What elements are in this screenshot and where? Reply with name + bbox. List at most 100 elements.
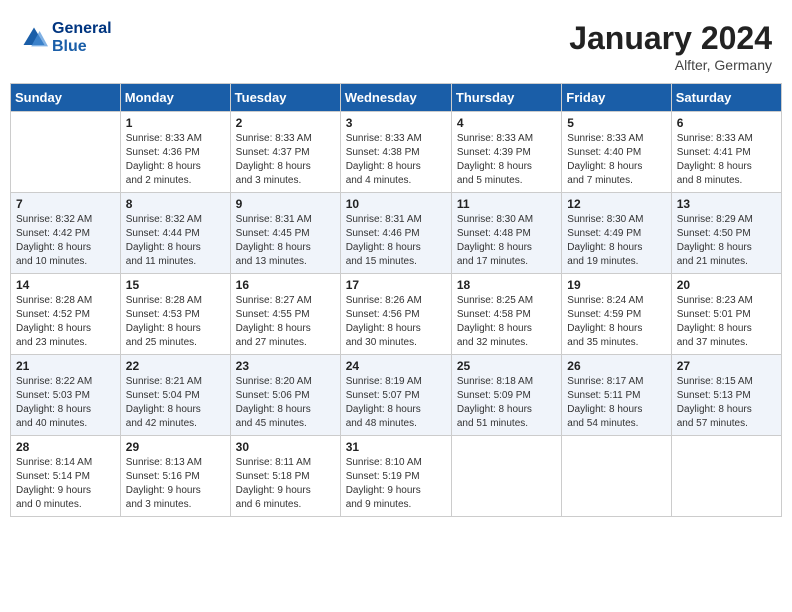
cell-line: Daylight: 8 hours <box>677 404 752 415</box>
day-number: 30 <box>236 440 335 454</box>
cell-line: Daylight: 8 hours <box>16 242 91 253</box>
cell-line: Sunset: 4:55 PM <box>236 309 310 320</box>
cell-line: Sunset: 5:06 PM <box>236 390 310 401</box>
cell-line: Sunrise: 8:19 AM <box>346 376 422 387</box>
cell-line: Sunrise: 8:10 AM <box>346 457 422 468</box>
cell-line: Sunrise: 8:33 AM <box>457 133 533 144</box>
logo-text-general: General <box>52 20 112 38</box>
cell-line: Sunrise: 8:31 AM <box>236 214 312 225</box>
calendar-cell-w3-d6: 27Sunrise: 8:15 AMSunset: 5:13 PMDayligh… <box>671 355 781 436</box>
cell-line: Sunrise: 8:30 AM <box>457 214 533 225</box>
cell-content: Sunrise: 8:14 AM Sunset: 5:14 PM Daylight:… <box>16 456 115 512</box>
location: Alfter, Germany <box>569 57 772 73</box>
cell-line: Sunrise: 8:31 AM <box>346 214 422 225</box>
day-number: 27 <box>677 359 776 373</box>
day-number: 9 <box>236 197 335 211</box>
col-header-thursday: Thursday <box>451 84 561 112</box>
cell-line: Daylight: 8 hours <box>567 323 642 334</box>
cell-line: and 21 minutes. <box>677 256 748 267</box>
cell-line: Sunrise: 8:24 AM <box>567 295 643 306</box>
cell-line: Sunset: 5:09 PM <box>457 390 531 401</box>
cell-line: Daylight: 8 hours <box>677 161 752 172</box>
day-number: 25 <box>457 359 556 373</box>
calendar-cell-w3-d3: 24Sunrise: 8:19 AMSunset: 5:07 PMDayligh… <box>340 355 451 436</box>
cell-content: Sunrise: 8:33 AMSunset: 4:40 PMDaylight:… <box>567 132 665 188</box>
cell-content: Sunrise: 8:29 AMSunset: 4:50 PMDaylight:… <box>677 213 776 269</box>
calendar-cell-w3-d5: 26Sunrise: 8:17 AMSunset: 5:11 PMDayligh… <box>562 355 671 436</box>
month-title: January 2024 <box>569 20 772 57</box>
cell-line: Sunrise: 8:22 AM <box>16 376 92 387</box>
calendar-cell-w2-d1: 15Sunrise: 8:28 AMSunset: 4:53 PMDayligh… <box>120 274 230 355</box>
cell-line: Sunrise: 8:21 AM <box>126 376 202 387</box>
logo-icon <box>20 24 48 52</box>
calendar: SundayMondayTuesdayWednesdayThursdayFrid… <box>10 83 782 517</box>
cell-line: Sunset: 5:07 PM <box>346 390 420 401</box>
day-number: 13 <box>677 197 776 211</box>
cell-line: Daylight: 9 hours <box>16 485 91 496</box>
cell-line: Sunset: 5:04 PM <box>126 390 200 401</box>
cell-content: Sunrise: 8:27 AMSunset: 4:55 PMDaylight:… <box>236 294 335 350</box>
cell-line: Sunset: 4:39 PM <box>457 147 531 158</box>
cell-line: Sunset: 4:37 PM <box>236 147 310 158</box>
cell-line: Daylight: 8 hours <box>457 404 532 415</box>
cell-line: Daylight: 8 hours <box>346 323 421 334</box>
day-number: 14 <box>16 278 115 292</box>
cell-line: Sunrise: 8:33 AM <box>346 133 422 144</box>
day-number: 2 <box>236 116 335 130</box>
cell-line: Sunrise: 8:27 AM <box>236 295 312 306</box>
cell-line: and 25 minutes. <box>126 337 197 348</box>
cell-line: Sunset: 5:03 PM <box>16 390 90 401</box>
cell-line: Daylight: 8 hours <box>16 404 91 415</box>
cell-line: Daylight: 8 hours <box>567 242 642 253</box>
cell-content: Sunrise: 8:28 AMSunset: 4:52 PMDaylight:… <box>16 294 115 350</box>
cell-line: Daylight: 8 hours <box>236 242 311 253</box>
cell-line: Daylight: 8 hours <box>126 242 201 253</box>
cell-line: Sunrise: 8:28 AM <box>16 295 92 306</box>
title-area: January 2024 Alfter, Germany <box>569 20 772 73</box>
calendar-cell-w1-d4: 11Sunrise: 8:30 AMSunset: 4:48 PMDayligh… <box>451 193 561 274</box>
cell-line: Sunrise: 8:15 AM <box>677 376 753 387</box>
calendar-cell-w2-d5: 19Sunrise: 8:24 AMSunset: 4:59 PMDayligh… <box>562 274 671 355</box>
cell-line: Daylight: 8 hours <box>567 161 642 172</box>
calendar-cell-w1-d0: 7Sunrise: 8:32 AMSunset: 4:42 PMDaylight… <box>11 193 121 274</box>
calendar-cell-w4-d5 <box>562 436 671 517</box>
day-number: 6 <box>677 116 776 130</box>
day-number: 15 <box>126 278 225 292</box>
cell-line: Sunset: 5:11 PM <box>567 390 640 401</box>
cell-line: Sunset: 4:56 PM <box>346 309 420 320</box>
cell-content: Sunrise: 8:33 AMSunset: 4:36 PMDaylight:… <box>126 132 225 188</box>
day-number: 22 <box>126 359 225 373</box>
cell-line: and 23 minutes. <box>16 337 87 348</box>
calendar-cell-w0-d1: 1Sunrise: 8:33 AMSunset: 4:36 PMDaylight… <box>120 112 230 193</box>
calendar-cell-w4-d0: 28Sunrise: 8:14 AMSunset: 5:14 PMDayligh… <box>11 436 121 517</box>
cell-line: and 37 minutes. <box>677 337 748 348</box>
day-number: 31 <box>346 440 446 454</box>
cell-line: Daylight: 9 hours <box>126 485 201 496</box>
cell-line: Daylight: 8 hours <box>346 404 421 415</box>
cell-line: Daylight: 8 hours <box>457 242 532 253</box>
day-number: 8 <box>126 197 225 211</box>
cell-line: Daylight: 8 hours <box>457 161 532 172</box>
cell-line: Sunset: 5:01 PM <box>677 309 751 320</box>
cell-content: Sunrise: 8:32 AMSunset: 4:42 PMDaylight:… <box>16 213 115 269</box>
calendar-cell-w2-d6: 20Sunrise: 8:23 AMSunset: 5:01 PMDayligh… <box>671 274 781 355</box>
cell-line: Sunset: 5:14 PM <box>16 471 90 482</box>
calendar-cell-w0-d6: 6Sunrise: 8:33 AMSunset: 4:41 PMDaylight… <box>671 112 781 193</box>
cell-line: Daylight: 8 hours <box>677 242 752 253</box>
cell-line: and 10 minutes. <box>16 256 87 267</box>
cell-line: Daylight: 8 hours <box>567 404 642 415</box>
cell-content: Sunrise: 8:22 AM Sunset: 5:03 PM Daylight:… <box>16 375 115 431</box>
cell-line: Sunrise: 8:14 AM <box>16 457 92 468</box>
calendar-cell-w0-d3: 3 Sunrise: 8:33 AMSunset: 4:38 PMDaylight… <box>340 112 451 193</box>
col-header-wednesday: Wednesday <box>340 84 451 112</box>
cell-line: Sunset: 4:48 PM <box>457 228 531 239</box>
cell-content: Sunrise: 8:33 AMSunset: 4:38 PMDaylight:… <box>346 132 446 188</box>
calendar-cell-w3-d0: 21Sunrise: 8:22 AMSunset: 5:03 PMDayligh… <box>11 355 121 436</box>
cell-line: Daylight: 9 hours <box>236 485 311 496</box>
cell-line: Sunset: 4:36 PM <box>126 147 200 158</box>
col-header-monday: Monday <box>120 84 230 112</box>
day-number: 3 <box>346 116 446 130</box>
cell-content: Sunrise: 8:13 AMSunset: 5:16 PMDaylight:… <box>126 456 225 512</box>
cell-line: Sunset: 4:41 PM <box>677 147 751 158</box>
cell-line: Daylight: 8 hours <box>126 404 201 415</box>
